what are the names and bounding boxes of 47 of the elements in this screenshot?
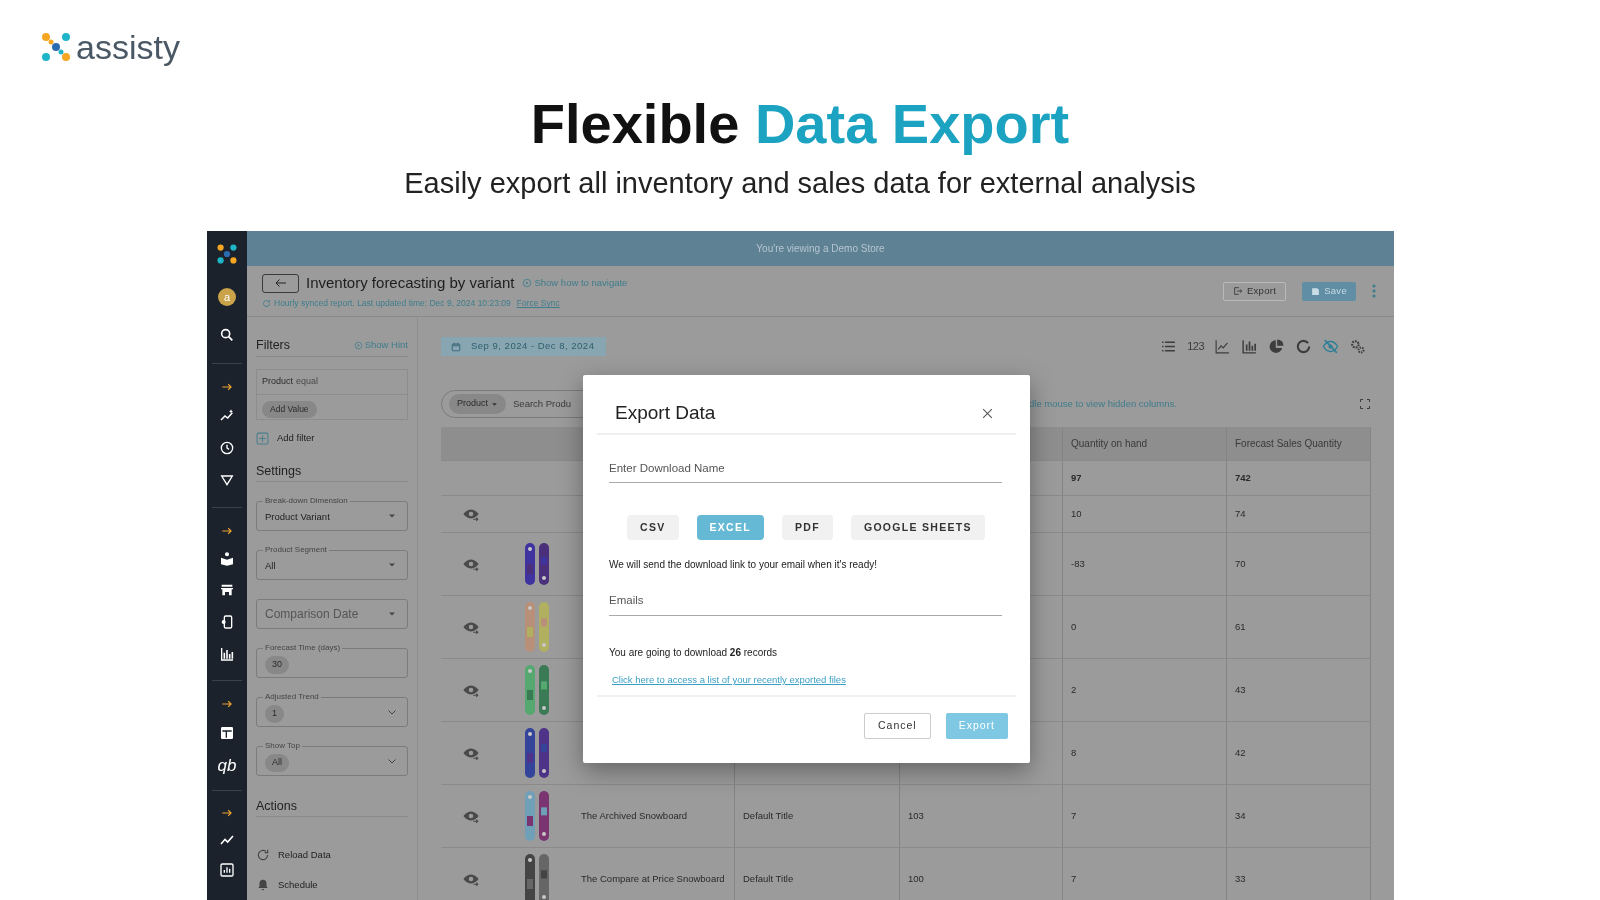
sync-status: Hourly synced report. Last updated time: Dec 9, 2024 10:23:09 [274,297,511,311]
table-cell: 0 [1063,596,1227,659]
demo-banner: You're viewing a Demo Store [247,231,1394,266]
field-label: Adjusted Trend [263,692,321,702]
section-title: Actions [256,798,297,816]
notice-text: We will send the download link to your email when it's ready! [608,558,878,572]
summary-text: You are going to download 26 records [608,646,779,660]
field-label: Product Segment [263,545,329,555]
value-chip: 1 [265,705,284,723]
section-title: Settings [256,463,302,481]
table-cell: Default Title [735,848,900,900]
table-cell: 7 [1063,848,1227,900]
table-cell: 33 [1227,848,1371,900]
field-label: Forecast Time (days) [263,643,343,653]
table-cell: The Compare at Price Snowboard [573,848,735,900]
table-cell: 10 [1063,496,1227,533]
table-cell: 8 [1063,722,1227,785]
subheadline: Easily export all inventory and sales data for external analysis [403,168,1197,200]
section-title: Filters [256,337,291,355]
table-cell: 97 [1063,461,1227,496]
table-cell: 61 [1227,596,1371,659]
field-label: Show Top [263,741,302,751]
table-cell: 100 [900,848,1063,900]
filter-field: Product [262,375,294,389]
brand-name: assisty [76,30,180,64]
table-cell: 742 [1227,461,1371,496]
table-cell: 43 [1227,659,1371,722]
value-chip: 30 [265,656,289,674]
page-title: Inventory forecasting by variant [306,272,515,293]
table-cell: 103 [900,785,1063,848]
filter-operator: equal [296,375,319,389]
dialog-title: Export Data [615,401,716,425]
field-value: Product Variant [265,510,331,525]
table-cell: 7 [1063,785,1227,848]
field-label: Break-down Dimension [263,496,350,506]
value-chip: All [265,754,289,772]
table-cell: 42 [1227,722,1371,785]
field-value: All [265,559,277,574]
table-cell: 2 [1063,659,1227,722]
table-cell: -83 [1063,533,1227,596]
table-cell: The Archived Snowboard [573,785,735,848]
table-cell: Default Title [735,785,900,848]
hint-text: dle mouse to view hidden columns. [1029,396,1177,411]
table-cell: 34 [1227,785,1371,848]
table-cell: 70 [1227,533,1371,596]
field-placeholder: Comparison Date [265,606,360,623]
table-cell: 74 [1227,496,1371,533]
